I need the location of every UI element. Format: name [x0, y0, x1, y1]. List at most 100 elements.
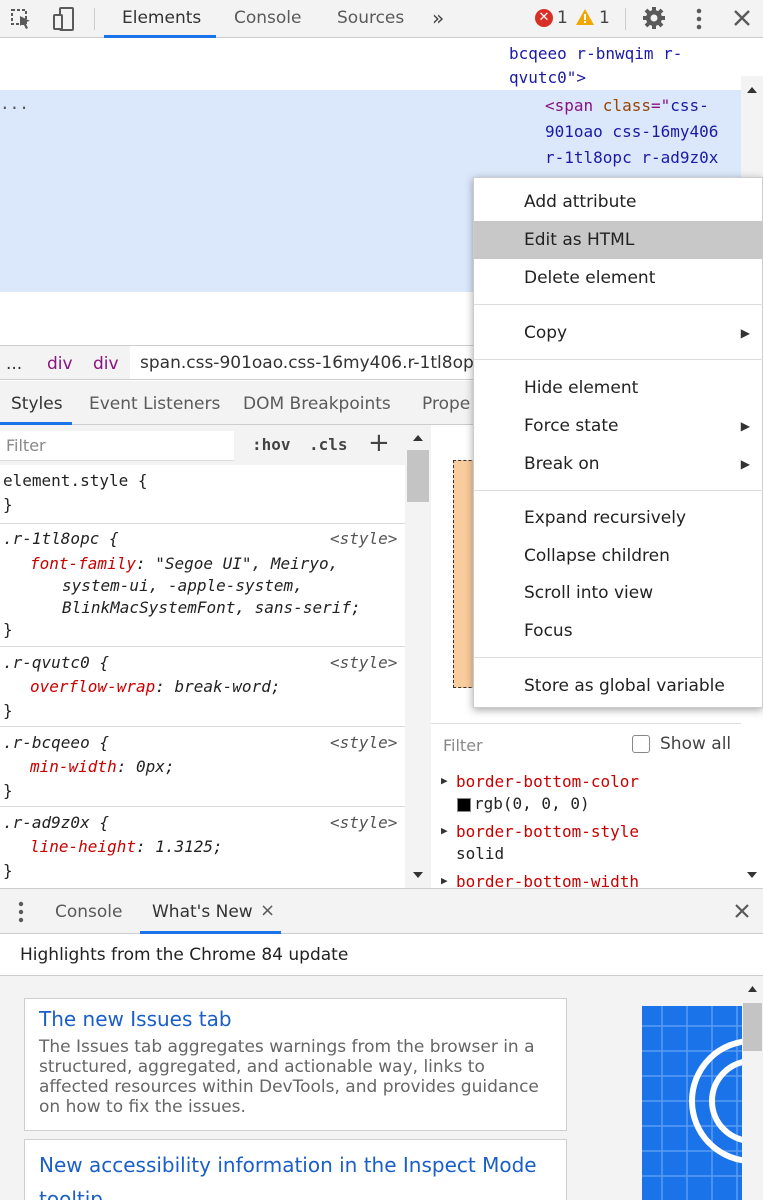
expand-triangle-icon[interactable]: ▶	[441, 824, 448, 837]
property-value[interactable]: BlinkMacSystemFont, sans-serif;	[62, 598, 361, 617]
selected-span-node[interactable]: <span class="css-	[545, 96, 709, 115]
tab-sources[interactable]: Sources	[337, 0, 404, 38]
class-toggle[interactable]: .cls	[309, 435, 348, 454]
computed-prop-name[interactable]: border-bottom-color	[456, 772, 639, 791]
feature-title[interactable]: The new Issues tab	[39, 1007, 552, 1031]
expand-triangle-icon[interactable]: ▶	[441, 874, 448, 887]
hover-state-toggle[interactable]: :hov	[252, 435, 291, 454]
breadcrumb-ellipsis[interactable]: ...	[6, 354, 22, 374]
submenu-arrow-icon: ▶	[740, 457, 750, 471]
drawer-scrollbar[interactable]	[742, 976, 763, 1200]
whats-new-subtitle: Highlights from the Chrome 84 update	[20, 945, 349, 965]
device-toolbar-icon[interactable]	[52, 6, 76, 32]
rule-source-link[interactable]: <style>	[330, 529, 397, 548]
class-attr-name: class	[602, 96, 651, 115]
styles-filter-input[interactable]: Filter	[0, 431, 234, 461]
property-value: break-word;	[174, 677, 281, 696]
tab-properties[interactable]: Prope	[422, 394, 470, 414]
breadcrumb-current[interactable]: span.css-901oao.css-16my406.r-1tl8opc.	[130, 346, 475, 379]
tab-event-listeners[interactable]: Event Listeners	[89, 394, 220, 414]
menu-item-delete-element[interactable]: Delete element	[474, 259, 763, 297]
inspect-element-icon[interactable]	[10, 8, 34, 30]
show-all-label[interactable]: Show all	[660, 734, 731, 754]
tab-styles[interactable]: Styles	[11, 394, 63, 414]
style-declaration[interactable]: font-family: "Segoe UI", Meiryo,	[30, 554, 338, 573]
menu-item-collapse-children[interactable]: Collapse children	[474, 537, 763, 575]
warning-icon[interactable]	[575, 8, 595, 26]
computed-filter-bar: Filter Show all	[431, 723, 741, 763]
menu-item-expand-recursively[interactable]: Expand recursively	[474, 499, 763, 537]
scroll-thumb[interactable]	[407, 450, 429, 502]
feature-title[interactable]: New accessibility information in the Ins…	[39, 1148, 552, 1200]
dom-attr-line[interactable]: bcqeeo r-bnwqim r-	[509, 44, 682, 63]
rule-source-link[interactable]: <style>	[330, 813, 397, 832]
class-value[interactable]: 901oao css-16my406	[545, 122, 718, 141]
menu-item-add-attribute[interactable]: Add attribute	[474, 183, 763, 221]
tab-dom-breakpoints[interactable]: DOM Breakpoints	[243, 394, 391, 414]
computed-prop-name[interactable]: border-bottom-width	[456, 872, 639, 888]
computed-filter-input[interactable]: Filter	[443, 736, 483, 755]
breadcrumb-item[interactable]: div	[47, 354, 73, 374]
rule-selector[interactable]: .r-1tl8opc {	[3, 529, 119, 548]
styles-filter-bar: Filter :hov .cls +	[0, 425, 405, 465]
feature-card[interactable]: New accessibility information in the Ins…	[24, 1139, 567, 1200]
property-name: font-family	[30, 554, 136, 573]
scroll-down-icon	[747, 872, 757, 878]
scroll-up-icon	[747, 87, 757, 93]
drawer-menu-icon[interactable]	[13, 900, 29, 924]
drawer-tab-whats-new[interactable]: What's New	[152, 902, 253, 922]
new-style-rule-button[interactable]: +	[368, 428, 390, 458]
style-declaration[interactable]: overflow-wrap: break-word;	[30, 677, 280, 696]
class-value: css-	[670, 96, 709, 115]
colon: :	[155, 677, 175, 696]
property-value[interactable]: system-ui, -apple-system,	[62, 576, 303, 595]
close-devtools-icon[interactable]	[732, 8, 752, 28]
menu-item-store-as-global-variable[interactable]: Store as global variable	[474, 667, 763, 705]
menu-item-scroll-into-view[interactable]: Scroll into view	[474, 574, 763, 612]
node-ellipsis-icon[interactable]: ...	[0, 94, 29, 113]
error-icon[interactable]: ✕	[535, 9, 553, 27]
rule-selector[interactable]: element.style {	[3, 471, 148, 490]
rule-source-link[interactable]: <style>	[330, 653, 397, 672]
styles-scrollbar[interactable]	[405, 425, 431, 888]
dom-attr-line[interactable]: qvutc0">	[509, 68, 586, 87]
span-tag: <span	[545, 96, 603, 115]
style-declaration[interactable]: line-height: 1.3125;	[30, 837, 223, 856]
tab-console[interactable]: Console	[234, 0, 302, 38]
menu-item-label: Copy	[524, 323, 568, 343]
rule-selector[interactable]: .r-bcqeeo {	[3, 733, 109, 752]
menu-item-break-on[interactable]: Break on ▶	[474, 445, 763, 483]
feature-card[interactable]: The new Issues tab The Issues tab aggreg…	[24, 998, 567, 1131]
more-tabs-button[interactable]: »	[432, 0, 444, 38]
close-tab-icon[interactable]: ×	[260, 900, 275, 921]
warning-count[interactable]: 1	[599, 8, 610, 28]
scroll-thumb[interactable]	[743, 1003, 762, 1051]
error-count[interactable]: 1	[557, 8, 568, 28]
tab-elements[interactable]: Elements	[122, 0, 201, 38]
menu-separator	[474, 359, 763, 360]
attr-equals: ="	[650, 96, 671, 115]
close-drawer-icon[interactable]	[733, 902, 751, 920]
rule-source-link[interactable]: <style>	[330, 733, 397, 752]
settings-gear-icon[interactable]	[642, 6, 666, 30]
property-value: "Segoe UI", Meiryo,	[155, 554, 339, 573]
menu-item-edit-as-html[interactable]: Edit as HTML	[474, 221, 763, 259]
menu-item-hide-element[interactable]: Hide element	[474, 369, 763, 407]
expand-triangle-icon[interactable]: ▶	[441, 774, 448, 787]
more-options-icon[interactable]	[690, 6, 708, 32]
menu-item-focus[interactable]: Focus	[474, 612, 763, 650]
rule-close: }	[3, 701, 13, 720]
menu-item-copy[interactable]: Copy ▶	[474, 314, 763, 352]
breadcrumb-item[interactable]: div	[93, 354, 119, 374]
computed-prop-name[interactable]: border-bottom-style	[456, 822, 639, 841]
color-swatch[interactable]	[457, 798, 471, 812]
rule-selector[interactable]: .r-ad9z0x {	[3, 813, 109, 832]
drawer-tab-console[interactable]: Console	[55, 902, 123, 922]
class-value[interactable]: r-1tl8opc r-ad9z0x	[545, 148, 718, 167]
show-all-checkbox[interactable]	[632, 735, 650, 753]
rule-close: }	[3, 495, 13, 514]
style-rule: .r-qvutc0 { <style> overflow-wrap: break…	[0, 647, 405, 727]
style-declaration[interactable]: min-width: 0px;	[30, 757, 175, 776]
menu-item-force-state[interactable]: Force state ▶	[474, 407, 763, 445]
rule-selector[interactable]: .r-qvutc0 {	[3, 653, 109, 672]
